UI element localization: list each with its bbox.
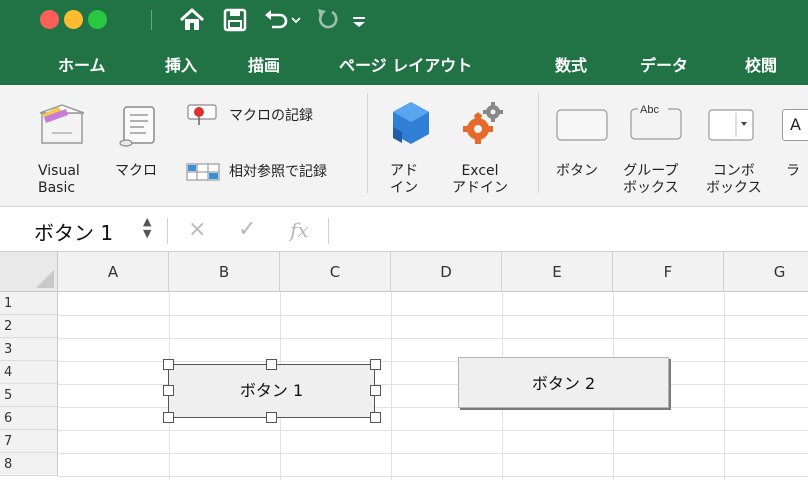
row-header-7[interactable]: 7	[0, 430, 58, 453]
excel-addins-gear-icon[interactable]	[458, 99, 506, 149]
column-header-b[interactable]: B	[169, 252, 280, 292]
row-header-3[interactable]: 3	[0, 338, 58, 361]
label-control[interactable]: ラ	[786, 163, 800, 180]
column-header-f[interactable]: F	[613, 252, 724, 292]
column-header-c[interactable]: C	[280, 252, 391, 292]
column-header-e[interactable]: E	[502, 252, 613, 292]
label-control-icon[interactable]: A	[782, 109, 808, 141]
customize-toolbar-icon[interactable]	[350, 6, 368, 34]
sheet-button-2[interactable]: ボタン 2	[458, 357, 669, 408]
form-button-control[interactable]: ボタン	[556, 163, 598, 180]
combo-box-icon[interactable]	[708, 109, 754, 141]
redo-icon	[318, 9, 338, 29]
resize-handle-bottom[interactable]	[266, 412, 277, 423]
tab-home[interactable]: ホーム	[58, 52, 106, 76]
row-header-2[interactable]: 2	[0, 315, 58, 338]
visual-basic-icon[interactable]	[38, 103, 88, 145]
minimize-window-button[interactable]	[64, 10, 83, 29]
tab-data[interactable]: データ	[640, 52, 688, 76]
combo-box-label-line2: ボックス	[706, 180, 762, 196]
excel-addins-label-line1: Excel	[461, 163, 499, 179]
addins-label-line1: アド	[390, 163, 418, 179]
resize-handle-bottom-right[interactable]	[370, 412, 381, 423]
addins-button[interactable]: アド イン	[390, 163, 418, 197]
ribbon-developer: Visual Basic マクロ マクロの記録 相対参照で記録 アド イン Ex…	[0, 85, 808, 207]
relative-reference-icon[interactable]	[186, 163, 220, 181]
group-box-icon-text: Abc	[640, 104, 659, 116]
addins-label-line2: イン	[390, 180, 418, 196]
save-icon[interactable]	[222, 6, 248, 34]
visual-basic-label-line2: Basic	[38, 180, 76, 196]
cancel-icon[interactable]: ×	[188, 217, 206, 242]
row-header-8[interactable]: 8	[0, 453, 58, 476]
name-box[interactable]: ボタン 1	[34, 217, 113, 246]
grid-line	[58, 430, 808, 431]
combo-box-label-line1: コンボ	[712, 163, 755, 179]
home-icon[interactable]	[178, 6, 206, 34]
row-header-1[interactable]: 1	[0, 292, 58, 315]
sheet-button-1[interactable]: ボタン 1	[168, 364, 375, 418]
grid-line	[391, 292, 392, 480]
column-header-d[interactable]: D	[391, 252, 502, 292]
tab-page-layout[interactable]: ページ レイアウト	[339, 52, 472, 76]
undo-icon[interactable]	[262, 6, 290, 34]
form-button-icon[interactable]	[556, 109, 608, 141]
insert-function-icon[interactable]: fx	[290, 218, 309, 242]
enter-icon[interactable]: ✓	[238, 217, 256, 242]
combo-box-control[interactable]: コンボ ボックス	[706, 163, 762, 197]
record-macro-button[interactable]: マクロの記録	[229, 108, 313, 125]
excel-addins-button[interactable]: Excel アドイン	[452, 163, 508, 197]
tab-formulas[interactable]: 数式	[555, 52, 587, 76]
column-header-g[interactable]: G	[724, 252, 808, 292]
title-bar	[0, 0, 808, 40]
name-box-dropdown-icon[interactable]: ▲ ▼	[143, 216, 151, 240]
tab-draw[interactable]: 描画	[248, 52, 280, 76]
undo-dropdown-icon[interactable]	[290, 6, 302, 34]
group-box-icon[interactable]: Abc	[630, 101, 682, 141]
resize-handle-top[interactable]	[266, 359, 277, 370]
excel-addins-label-line2: アドイン	[452, 180, 508, 196]
macro-scroll-icon[interactable]	[118, 103, 160, 147]
grid-line	[58, 453, 808, 454]
formula-bar-separator	[328, 218, 329, 244]
titlebar-separator	[151, 10, 152, 30]
row-header-6[interactable]: 6	[0, 407, 58, 430]
group-box-label-line1: グループ	[623, 163, 679, 179]
grid-line	[724, 292, 725, 480]
addins-icon[interactable]	[388, 99, 434, 149]
visual-basic-button[interactable]: Visual Basic	[38, 163, 80, 197]
ribbon-group-separator	[367, 93, 368, 193]
record-macro-icon[interactable]	[186, 103, 218, 127]
close-window-button[interactable]	[40, 10, 59, 29]
worksheet-grid: A B C D E F G 1 2 3 4 5 6 7 8	[0, 252, 808, 480]
zoom-window-button[interactable]	[88, 10, 107, 29]
grid-line	[58, 476, 808, 477]
formula-bar-separator	[167, 218, 168, 244]
resize-handle-bottom-left[interactable]	[163, 412, 174, 423]
resize-handle-left[interactable]	[163, 385, 174, 396]
row-header-5[interactable]: 5	[0, 384, 58, 407]
select-all-corner[interactable]	[0, 252, 58, 292]
tab-insert[interactable]: 挿入	[165, 52, 197, 76]
ribbon-group-separator	[538, 93, 539, 193]
resize-handle-top-right[interactable]	[370, 359, 381, 370]
macro-button[interactable]: マクロ	[115, 163, 157, 180]
label-control-icon-text: A	[790, 115, 801, 134]
grid-line	[58, 338, 808, 339]
resize-handle-top-left[interactable]	[163, 359, 174, 370]
relative-reference-button[interactable]: 相対参照で記録	[229, 164, 327, 181]
group-box-label-line2: ボックス	[623, 180, 679, 196]
row-header-4[interactable]: 4	[0, 361, 58, 384]
tab-review[interactable]: 校閲	[745, 52, 777, 76]
ribbon-tab-bar: ホーム 挿入 描画 ページ レイアウト 数式 データ 校閲	[0, 40, 808, 85]
column-header-a[interactable]: A	[58, 252, 169, 292]
resize-handle-right[interactable]	[370, 385, 381, 396]
grid-line	[58, 315, 808, 316]
formula-input[interactable]	[340, 216, 800, 244]
group-box-control[interactable]: グループ ボックス	[623, 163, 679, 197]
visual-basic-label-line1: Visual	[38, 163, 80, 179]
formula-bar: ボタン 1 ▲ ▼ × ✓ fx	[0, 208, 808, 252]
